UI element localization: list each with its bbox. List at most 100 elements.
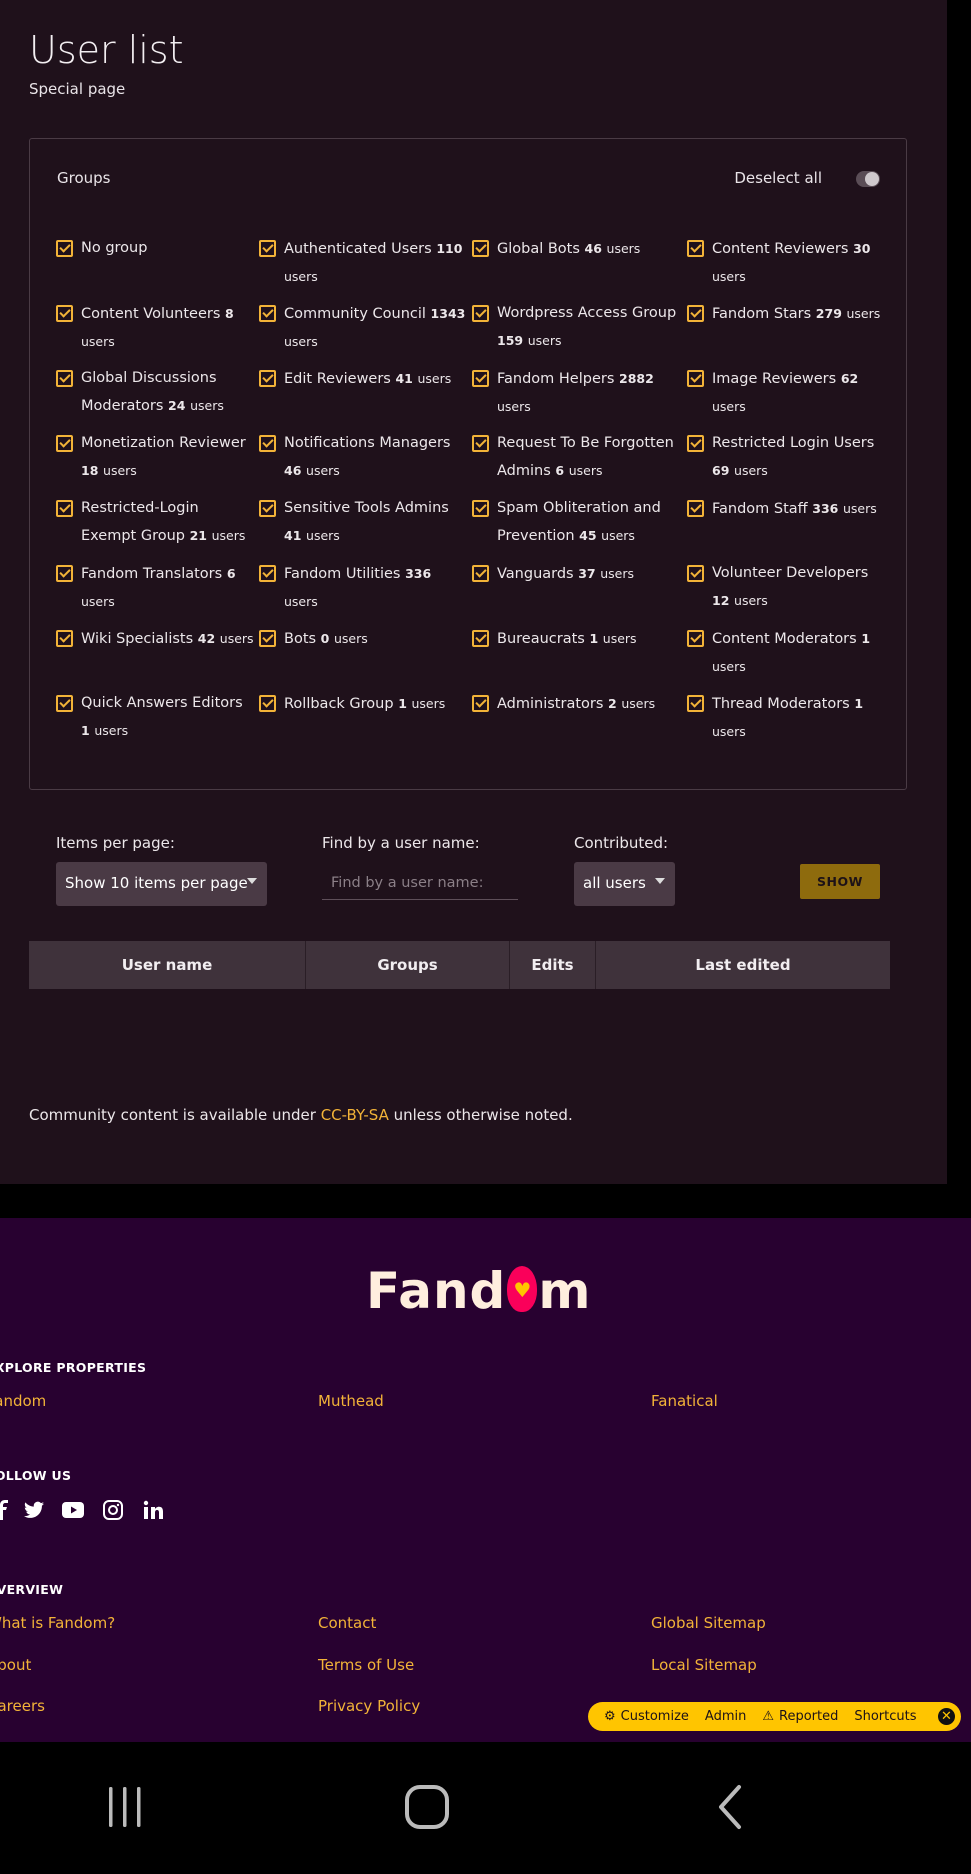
linkedin-icon[interactable] — [142, 1499, 164, 1521]
group-checkbox-item[interactable]: Wordpress Access Group 159 users — [472, 300, 687, 365]
overview-link-terms-of-use[interactable]: Terms of Use — [318, 1656, 414, 1674]
group-checkbox-item[interactable]: Bots 0 users — [259, 625, 472, 690]
group-checkbox-item[interactable]: Monetization Reviewer 18 users — [56, 430, 259, 495]
deselect-all-toggle[interactable] — [856, 171, 880, 187]
group-checkbox-item[interactable]: Restricted Login Users 69 users — [687, 430, 886, 495]
checkbox-checked-icon[interactable] — [472, 435, 489, 452]
find-user-input[interactable] — [322, 866, 518, 900]
twitter-icon[interactable] — [23, 1499, 45, 1521]
group-checkbox-item[interactable]: Volunteer Developers 12 users — [687, 560, 886, 625]
checkbox-checked-icon[interactable] — [472, 630, 489, 647]
group-checkbox-item[interactable]: Image Reviewers 62 users — [687, 365, 886, 430]
group-checkbox-item[interactable]: Quick Answers Editors 1 users — [56, 690, 259, 755]
overview-link-privacy-policy[interactable]: Privacy Policy — [318, 1697, 420, 1715]
checkbox-checked-icon[interactable] — [687, 305, 704, 322]
show-button[interactable]: SHOW — [800, 864, 880, 899]
group-checkbox-item[interactable]: Fandom Translators 6 users — [56, 560, 259, 625]
checkbox-checked-icon[interactable] — [259, 305, 276, 322]
close-icon[interactable]: ✕ — [936, 1706, 957, 1727]
checkbox-checked-icon[interactable] — [56, 435, 73, 452]
group-checkbox-item[interactable]: Wiki Specialists 42 users — [56, 625, 259, 690]
group-checkbox-item[interactable]: Edit Reviewers 41 users — [259, 365, 472, 430]
group-checkbox-item[interactable]: Content Moderators 1 users — [687, 625, 886, 690]
checkbox-checked-icon[interactable] — [472, 305, 489, 322]
checkbox-checked-icon[interactable] — [472, 370, 489, 387]
items-per-page-select[interactable]: Show 10 items per page — [56, 862, 267, 906]
checkbox-checked-icon[interactable] — [472, 240, 489, 257]
column-header-user-name[interactable]: User name — [29, 941, 306, 989]
instagram-icon[interactable] — [102, 1499, 124, 1521]
checkbox-checked-icon[interactable] — [687, 695, 704, 712]
youtube-icon[interactable] — [62, 1499, 84, 1521]
checkbox-checked-icon[interactable] — [56, 240, 73, 257]
checkbox-checked-icon[interactable] — [259, 630, 276, 647]
recent-apps-icon[interactable] — [95, 1782, 155, 1832]
checkbox-checked-icon[interactable] — [259, 370, 276, 387]
checkbox-checked-icon[interactable] — [259, 500, 276, 517]
group-checkbox-item[interactable]: Fandom Utilities 336 users — [259, 560, 472, 625]
group-checkbox-item[interactable]: Sensitive Tools Admins 41 users — [259, 495, 472, 560]
checkbox-checked-icon[interactable] — [56, 305, 73, 322]
column-header-groups[interactable]: Groups — [306, 941, 510, 989]
group-checkbox-item[interactable]: No group — [56, 235, 259, 300]
facebook-icon[interactable] — [0, 1499, 14, 1521]
overview-link-careers[interactable]: Careers — [0, 1697, 45, 1715]
group-checkbox-item[interactable]: Vanguards 37 users — [472, 560, 687, 625]
column-header-last-edited[interactable]: Last edited — [596, 941, 890, 989]
group-checkbox-item[interactable]: Spam Obliteration and Prevention 45 user… — [472, 495, 687, 560]
group-checkbox-item[interactable]: Fandom Helpers 2882 users — [472, 365, 687, 430]
group-checkbox-item[interactable]: Authenticated Users 110 users — [259, 235, 472, 300]
group-checkbox-item[interactable]: Administrators 2 users — [472, 690, 687, 755]
checkbox-checked-icon[interactable] — [472, 565, 489, 582]
explore-link-muthead[interactable]: Muthead — [318, 1392, 384, 1410]
back-icon[interactable] — [700, 1782, 760, 1832]
checkbox-checked-icon[interactable] — [259, 435, 276, 452]
group-checkbox-item[interactable]: Global Bots 46 users — [472, 235, 687, 300]
overview-link-local-sitemap[interactable]: Local Sitemap — [651, 1656, 757, 1674]
checkbox-checked-icon[interactable] — [259, 240, 276, 257]
checkbox-checked-icon[interactable] — [56, 630, 73, 647]
contributed-select[interactable]: all users — [574, 862, 675, 906]
checkbox-checked-icon[interactable] — [687, 240, 704, 257]
license-link[interactable]: CC-BY-SA — [321, 1106, 389, 1124]
group-checkbox-item[interactable]: Content Reviewers 30 users — [687, 235, 886, 300]
overview-link-what-is-fandom[interactable]: What is Fandom? — [0, 1614, 115, 1632]
group-checkbox-item[interactable]: Bureaucrats 1 users — [472, 625, 687, 690]
group-checkbox-item[interactable]: Restricted-Login Exempt Group 21 users — [56, 495, 259, 560]
group-checkbox-item[interactable]: Content Volunteers 8 users — [56, 300, 259, 365]
fandom-logo[interactable]: Fandm — [366, 1262, 591, 1320]
overview-link-contact[interactable]: Contact — [318, 1614, 376, 1632]
column-header-edits[interactable]: Edits — [510, 941, 596, 989]
admin-button[interactable]: Admin — [705, 1709, 746, 1724]
reported-button[interactable]: ⚠ Reported — [762, 1709, 838, 1724]
checkbox-checked-icon[interactable] — [687, 500, 704, 517]
group-checkbox-item[interactable]: Fandom Staff 336 users — [687, 495, 886, 560]
checkbox-checked-icon[interactable] — [259, 565, 276, 582]
group-checkbox-item[interactable]: Request To Be Forgotten Admins 6 users — [472, 430, 687, 495]
checkbox-checked-icon[interactable] — [56, 370, 73, 387]
explore-link-fandom[interactable]: Fandom — [0, 1392, 46, 1410]
shortcuts-button[interactable]: Shortcuts — [854, 1709, 916, 1724]
group-checkbox-item[interactable]: Fandom Stars 279 users — [687, 300, 886, 365]
group-checkbox-item[interactable]: Thread Moderators 1 users — [687, 690, 886, 755]
group-checkbox-item[interactable]: Notifications Managers 46 users — [259, 430, 472, 495]
checkbox-checked-icon[interactable] — [472, 500, 489, 517]
checkbox-checked-icon[interactable] — [56, 565, 73, 582]
checkbox-checked-icon[interactable] — [687, 435, 704, 452]
checkbox-checked-icon[interactable] — [56, 500, 73, 517]
home-icon[interactable] — [397, 1782, 457, 1832]
checkbox-checked-icon[interactable] — [56, 695, 73, 712]
customize-button[interactable]: ⚙ Customize — [604, 1709, 689, 1724]
explore-link-fanatical[interactable]: Fanatical — [651, 1392, 718, 1410]
group-user-units: users — [211, 528, 246, 543]
checkbox-checked-icon[interactable] — [687, 630, 704, 647]
checkbox-checked-icon[interactable] — [259, 695, 276, 712]
group-checkbox-item[interactable]: Global Discussions Moderators 24 users — [56, 365, 259, 430]
checkbox-checked-icon[interactable] — [472, 695, 489, 712]
group-checkbox-item[interactable]: Community Council 1343 users — [259, 300, 472, 365]
overview-link-global-sitemap[interactable]: Global Sitemap — [651, 1614, 766, 1632]
overview-link-about[interactable]: About — [0, 1656, 31, 1674]
checkbox-checked-icon[interactable] — [687, 565, 704, 582]
checkbox-checked-icon[interactable] — [687, 370, 704, 387]
group-checkbox-item[interactable]: Rollback Group 1 users — [259, 690, 472, 755]
